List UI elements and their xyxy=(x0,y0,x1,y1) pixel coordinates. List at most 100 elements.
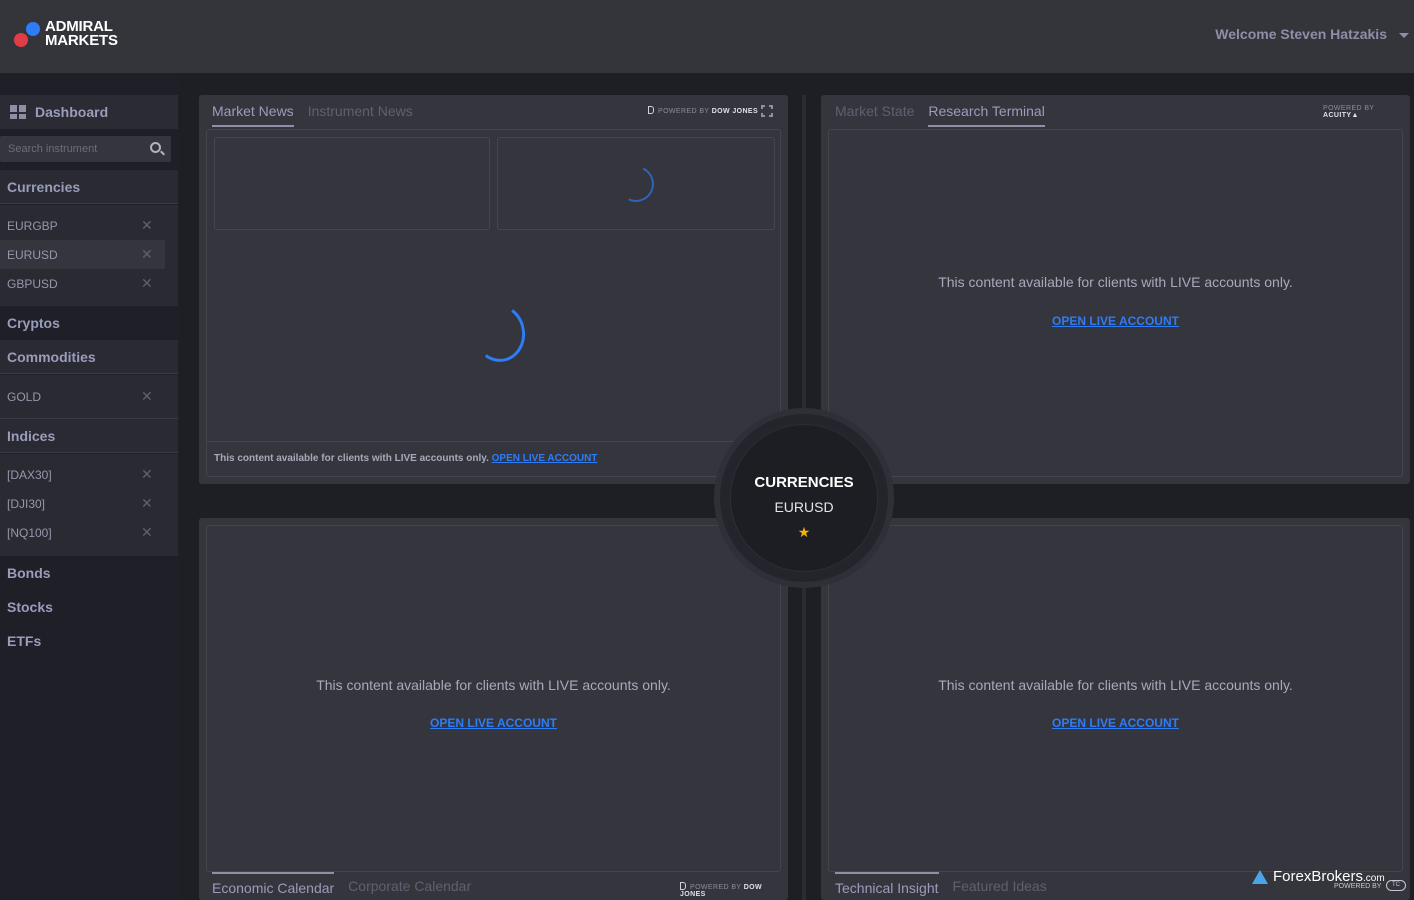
instrument-label: GBPUSD xyxy=(7,276,58,291)
list-item[interactable]: [DJI30] ✕ xyxy=(0,489,178,518)
list-item[interactable]: [DAX30] ✕ xyxy=(0,460,178,489)
tab-instrument-news[interactable]: Instrument News xyxy=(308,103,413,127)
tab-research-terminal[interactable]: Research Terminal xyxy=(928,103,1045,127)
list-item[interactable]: EURGBP ✕ xyxy=(0,211,178,240)
admiral-markets-logo[interactable]: ADMIRAL MARKETS xyxy=(14,19,124,54)
fullscreen-icon[interactable] xyxy=(761,105,773,117)
logo-text: ADMIRAL MARKETS xyxy=(45,19,118,49)
connector-line xyxy=(802,95,806,425)
close-icon[interactable]: ✕ xyxy=(141,496,153,510)
powered-brand: DOW JONES xyxy=(711,108,759,115)
list-item[interactable]: GBPUSD ✕ xyxy=(0,269,178,298)
tab-featured-ideas[interactable]: Featured Ideas xyxy=(953,872,1047,896)
hub-instrument: EURUSD xyxy=(774,499,834,515)
powered-prefix: POWERED BY xyxy=(658,108,710,115)
tab-economic-calendar[interactable]: Economic Calendar xyxy=(212,872,335,896)
tab-corporate-calendar[interactable]: Corporate Calendar xyxy=(348,872,471,896)
locked-message-row: This content available for clients with … xyxy=(214,453,597,464)
sidebar-category-stocks[interactable]: Stocks xyxy=(0,590,178,624)
list-item[interactable]: EURUSD ✕ xyxy=(0,240,165,269)
locked-message: This content available for clients with … xyxy=(938,677,1293,693)
instrument-label: [NQ100] xyxy=(7,525,52,540)
top-bar: ADMIRAL MARKETS Welcome Steven Hatzakis xyxy=(0,0,1414,73)
open-live-account-link[interactable]: OPEN LIVE ACCOUNT xyxy=(492,453,598,464)
instrument-label: GOLD xyxy=(7,389,42,404)
market-news-tabs: Market News Instrument News xyxy=(212,103,413,127)
research-content: This content available for clients with … xyxy=(828,129,1403,477)
instrument-hub[interactable]: CURRENCIES EURUSD ★ xyxy=(714,408,894,588)
market-news-content: This content available for clients with … xyxy=(206,129,781,477)
powered-prefix: POWERED BY xyxy=(690,884,742,891)
sidebar-category-cryptos[interactable]: Cryptos xyxy=(0,306,178,340)
close-icon[interactable]: ✕ xyxy=(141,218,153,232)
chevron-down-icon[interactable] xyxy=(1399,33,1409,38)
search-icon[interactable] xyxy=(150,142,161,153)
sidebar-category-etfs[interactable]: ETFs xyxy=(0,624,178,658)
news-card[interactable] xyxy=(214,137,490,230)
connector-line xyxy=(802,580,806,900)
dow-jones-icon xyxy=(648,106,654,114)
commodities-list: GOLD ✕ xyxy=(0,375,178,419)
instrument-label: [DAX30] xyxy=(7,467,52,482)
instrument-label: EURGBP xyxy=(7,218,58,233)
star-icon[interactable]: ★ xyxy=(731,524,877,541)
acuity-icon: ▲ xyxy=(1351,112,1359,119)
close-icon[interactable]: ✕ xyxy=(141,467,153,481)
economic-calendar-panel: This content available for clients with … xyxy=(199,518,788,900)
open-live-account-link[interactable]: OPEN LIVE ACCOUNT xyxy=(829,716,1402,730)
user-menu[interactable]: Welcome Steven Hatzakis xyxy=(1215,26,1387,42)
technical-tabs: Technical Insight Featured Ideas xyxy=(835,872,1047,896)
close-icon[interactable]: ✕ xyxy=(141,247,153,261)
calendar-tabs: Economic Calendar Corporate Calendar xyxy=(212,872,471,896)
news-card[interactable] xyxy=(497,137,775,230)
logo-line-2: MARKETS xyxy=(45,32,118,49)
search-placeholder: Search instrument xyxy=(8,143,98,155)
hub-inner: CURRENCIES EURUSD ★ xyxy=(730,424,878,572)
market-news-panel: Market News Instrument News POWERED BY D… xyxy=(199,95,788,484)
search-input[interactable]: Search instrument xyxy=(0,136,171,162)
sidebar: Dashboard Search instrument Currencies E… xyxy=(0,73,179,900)
calendar-content: This content available for clients with … xyxy=(206,525,781,872)
open-live-account-link[interactable]: OPEN LIVE ACCOUNT xyxy=(829,314,1402,328)
close-icon[interactable]: ✕ xyxy=(141,276,153,290)
technical-content: This content available for clients with … xyxy=(828,525,1403,872)
indices-list: [DAX30] ✕ [DJI30] ✕ [NQ100] ✕ xyxy=(0,454,178,556)
list-item[interactable]: GOLD ✕ xyxy=(0,382,178,411)
dow-jones-icon xyxy=(680,882,686,890)
forexbrokers-logo-icon xyxy=(1252,870,1268,884)
instrument-label: EURUSD xyxy=(7,247,58,262)
powered-by-dow-jones: POWERED BY DOW JONES xyxy=(680,882,788,898)
open-live-account-link[interactable]: OPEN LIVE ACCOUNT xyxy=(207,716,780,730)
research-terminal-panel: Market State Research Terminal POWERED B… xyxy=(821,95,1410,484)
watermark-powered: POWERED BY xyxy=(1334,883,1382,890)
sidebar-category-commodities[interactable]: Commodities xyxy=(0,340,178,374)
logo-dot-red-icon xyxy=(14,33,28,47)
technical-insight-panel: This content available for clients with … xyxy=(821,518,1410,900)
tc-badge-icon: TC xyxy=(1386,880,1406,891)
sidebar-category-bonds[interactable]: Bonds xyxy=(0,556,178,590)
close-icon[interactable]: ✕ xyxy=(141,389,153,403)
powered-by-dow-jones: POWERED BY DOW JONES xyxy=(648,106,758,115)
research-tabs: Market State Research Terminal xyxy=(835,103,1045,127)
dashboard-icon xyxy=(10,105,26,119)
powered-brand: ACUITY xyxy=(1323,112,1352,119)
sidebar-category-indices[interactable]: Indices xyxy=(0,419,178,453)
locked-message: This content available for clients with … xyxy=(214,453,489,464)
tab-market-news[interactable]: Market News xyxy=(212,103,294,127)
tab-technical-insight[interactable]: Technical Insight xyxy=(835,872,939,896)
sidebar-item-dashboard[interactable]: Dashboard xyxy=(0,95,178,129)
close-icon[interactable]: ✕ xyxy=(141,525,153,539)
tab-market-state[interactable]: Market State xyxy=(835,103,914,127)
loading-spinner-icon xyxy=(612,160,660,208)
powered-by-acuity: POWERED BY ACUITY▲ xyxy=(1323,105,1410,119)
dashboard-label: Dashboard xyxy=(35,104,109,120)
currencies-list: EURGBP ✕ EURUSD ✕ GBPUSD ✕ xyxy=(0,205,178,306)
sidebar-category-currencies[interactable]: Currencies xyxy=(0,170,178,204)
hub-category: CURRENCIES xyxy=(754,474,854,491)
powered-prefix: POWERED BY xyxy=(1323,105,1375,112)
logo-dot-blue-icon xyxy=(26,22,40,36)
list-item[interactable]: [NQ100] ✕ xyxy=(0,518,178,547)
locked-message: This content available for clients with … xyxy=(316,677,671,693)
instrument-label: [DJI30] xyxy=(7,496,46,511)
forexbrokers-watermark: ForexBrokers.com POWERED BY TC xyxy=(1252,868,1412,896)
